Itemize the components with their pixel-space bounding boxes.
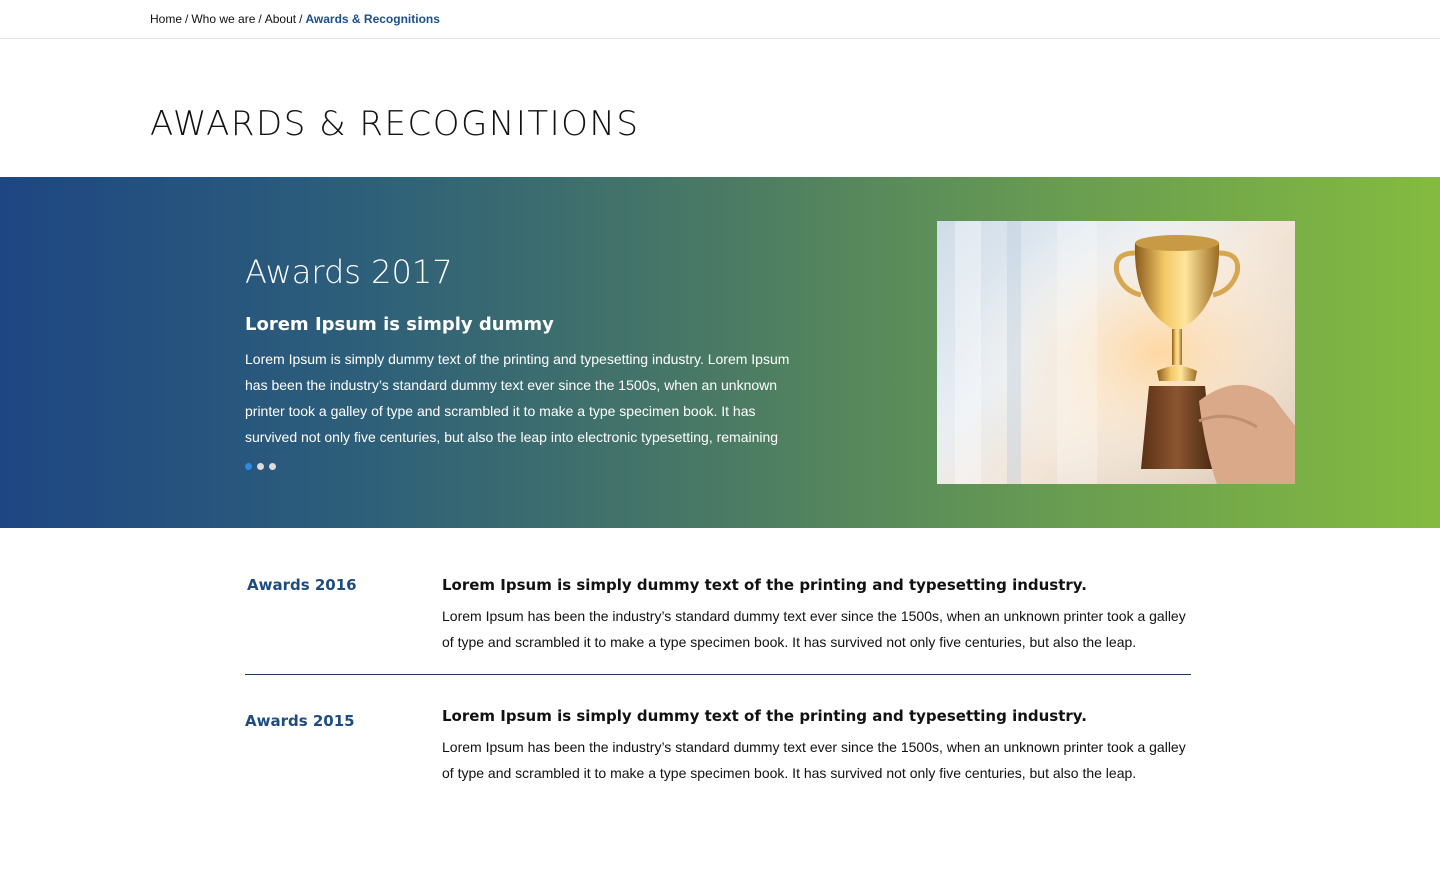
award-heading: Lorem Ipsum is simply dummy text of the … xyxy=(442,576,1087,594)
breadcrumb-separator: / xyxy=(258,12,262,26)
awards-carousel: Awards 2017 Lorem Ipsum is simply dummy … xyxy=(0,177,1440,528)
carousel-slide-title: Awards 2017 xyxy=(245,253,453,291)
award-year-label[interactable]: Awards 2015 xyxy=(245,712,355,730)
trophy-image xyxy=(937,221,1295,484)
award-description: Lorem Ipsum has been the industry’s stan… xyxy=(442,608,1186,650)
breadcrumb-bar: Home / Who we are / About / Awards & Recogniti… xyxy=(0,0,1440,39)
award-description: Lorem Ipsum has been the industry’s stan… xyxy=(442,739,1186,781)
page-title: AWARDS & RECOGNITIONS xyxy=(150,104,640,144)
carousel-dot-1[interactable] xyxy=(245,463,252,470)
award-heading: Lorem Ipsum is simply dummy text of the … xyxy=(442,707,1087,725)
carousel-slide-text: Lorem Ipsum is simply dummy text of the … xyxy=(245,351,790,445)
breadcrumb-about-link[interactable]: About xyxy=(265,12,296,26)
trophy-illustration xyxy=(937,221,1295,484)
carousel-dot-2[interactable] xyxy=(257,463,264,470)
breadcrumb: Home / Who we are / About / Awards & Recogniti… xyxy=(150,12,440,26)
breadcrumb-separator: / xyxy=(299,12,303,26)
breadcrumb-current: Awards & Recognitions xyxy=(305,12,440,26)
breadcrumb-separator: / xyxy=(185,12,189,26)
breadcrumb-home-link[interactable]: Home xyxy=(150,12,182,26)
carousel-slide-subtitle: Lorem Ipsum is simply dummy xyxy=(245,314,554,335)
carousel-dots xyxy=(245,463,276,470)
award-year-label[interactable]: Awards 2016 xyxy=(247,576,357,594)
breadcrumb-who-we-are-link[interactable]: Who we are xyxy=(191,12,255,26)
carousel-dot-3[interactable] xyxy=(269,463,276,470)
award-divider xyxy=(245,674,1191,675)
